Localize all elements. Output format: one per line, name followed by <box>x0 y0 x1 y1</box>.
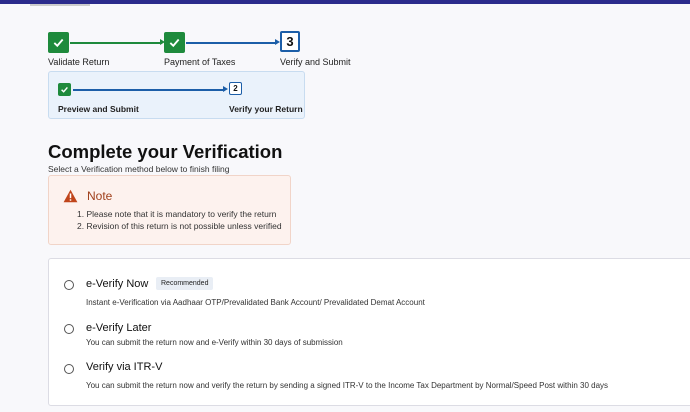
top-header-bar <box>0 0 690 4</box>
substep-label-verify: Verify your Return <box>229 104 303 114</box>
option-title: Verify via ITR-V <box>86 361 163 373</box>
step-label-validate-return: Validate Return <box>48 57 110 67</box>
page-subtitle: Select a Verification method below to fi… <box>48 164 230 174</box>
note-box: Note 1. Please note that it is mandatory… <box>48 175 291 245</box>
step-payment-check <box>164 32 185 53</box>
step-connector-2 <box>186 39 280 45</box>
recommended-badge: Recommended <box>156 277 214 290</box>
step-validate-return-check <box>48 32 69 53</box>
substep-connector <box>73 86 228 92</box>
option-description: Instant e-Verification via Aadhaar OTP/P… <box>86 298 425 307</box>
note-item: 2. Revision of this return is not possib… <box>77 221 282 231</box>
sub-stepper-panel: 2 Preview and Submit Verify your Return <box>48 71 305 119</box>
radio-e-verify-later[interactable] <box>64 324 74 334</box>
option-description: You can submit the return now and verify… <box>86 381 609 390</box>
substep-verify-number: 2 <box>229 82 242 95</box>
option-e-verify-now[interactable]: e-Verify Now Recommended Instant e-Verif… <box>49 277 689 317</box>
checkmark-icon <box>61 86 68 93</box>
note-list: 1. Please note that it is mandatory to v… <box>77 208 282 232</box>
warning-triangle-icon <box>63 189 78 203</box>
option-description: You can submit the return now and e-Veri… <box>86 338 343 347</box>
step-connector-1 <box>70 39 165 45</box>
option-title: e-Verify Now <box>86 278 149 290</box>
substep-preview-check <box>58 83 71 96</box>
note-title: Note <box>87 189 113 203</box>
substep-label-preview: Preview and Submit <box>58 104 139 114</box>
step-label-verify-and-submit: Verify and Submit <box>280 57 351 67</box>
step-label-payment-of-taxes: Payment of Taxes <box>164 57 236 67</box>
verification-options-card: e-Verify Now Recommended Instant e-Verif… <box>48 258 690 406</box>
radio-verify-via-itr-v[interactable] <box>64 364 74 374</box>
header-active-indicator <box>30 4 90 6</box>
page-title: Complete your Verification <box>48 141 283 162</box>
radio-e-verify-now[interactable] <box>64 280 74 290</box>
checkmark-icon <box>169 38 180 48</box>
step-verify-number: 3 <box>280 31 300 52</box>
option-verify-via-itr-v[interactable]: Verify via ITR-V You can submit the retu… <box>49 360 689 400</box>
note-item: 1. Please note that it is mandatory to v… <box>77 209 277 219</box>
option-title: e-Verify Later <box>86 322 152 334</box>
option-e-verify-later[interactable]: e-Verify Later You can submit the return… <box>49 321 689 361</box>
checkmark-icon <box>53 38 64 48</box>
